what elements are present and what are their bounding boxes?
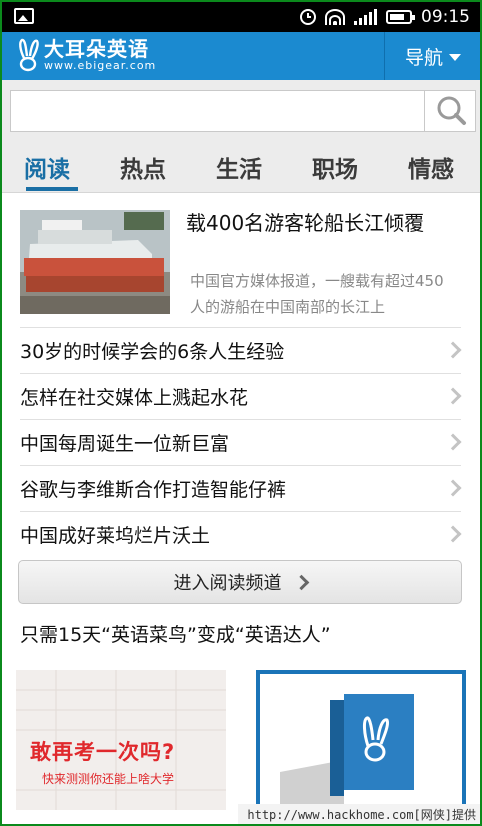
logo[interactable]: 大耳朵英语 www.ebigear.com — [16, 38, 156, 72]
logo-title: 大耳朵英语 — [44, 37, 149, 61]
category-tabs: 阅读 热点 生活 职场 情感 — [2, 142, 480, 193]
list-item[interactable]: 谷歌与李维斯合作打造智能仔裤 — [20, 465, 462, 511]
chevron-right-icon — [293, 574, 309, 590]
featured-article-title[interactable]: 载400名游客轮船长江倾覆 — [186, 208, 446, 238]
logo-url: www.ebigear.com — [44, 59, 157, 72]
battery-icon — [386, 10, 415, 24]
featured-article-summary: 中国官方媒体报道，一艘载有超过450人的游船在中国南部的长江上 — [190, 272, 444, 316]
image-notification-icon — [14, 8, 34, 24]
article-title: 30岁的时候学会的6条人生经验 — [20, 341, 285, 363]
watermark: http://www.hackhome.com[网侠]提供 — [238, 804, 480, 824]
app-header: 大耳朵英语 www.ebigear.com 导航 — [2, 32, 480, 80]
search-input[interactable] — [10, 90, 425, 132]
book-rabbit-icon — [280, 694, 414, 806]
list-item[interactable]: 中国每周诞生一位新巨富 — [20, 419, 462, 465]
nav-menu-button[interactable]: 导航 — [386, 32, 480, 80]
chevron-right-icon — [444, 479, 462, 497]
chevron-right-icon — [444, 341, 462, 359]
active-tab-indicator — [26, 187, 78, 191]
enter-reading-channel-button[interactable]: 进入阅读频道 — [18, 560, 462, 604]
tab-career[interactable]: 职场 — [312, 150, 358, 184]
chevron-right-icon — [444, 387, 462, 405]
exam-ad-subtitle: 快来测测你还能上啥大学 — [42, 772, 175, 786]
article-list: 30岁的时候学会的6条人生经验 怎样在社交媒体上溅起水花 中国每周诞生一位新巨富… — [20, 327, 462, 557]
book-ad-banner[interactable] — [256, 670, 466, 810]
caret-down-icon — [449, 54, 461, 61]
list-item[interactable]: 中国成好莱坞烂片沃土 — [20, 511, 462, 557]
article-title: 怎样在社交媒体上溅起水花 — [20, 387, 249, 409]
tab-life[interactable]: 生活 — [216, 150, 262, 184]
list-item[interactable]: 怎样在社交媒体上溅起水花 — [20, 373, 462, 419]
article-title: 中国成好莱坞烂片沃土 — [20, 525, 211, 547]
article-title: 中国每周诞生一位新巨富 — [20, 433, 230, 455]
search-bar — [2, 80, 480, 142]
tab-emotion[interactable]: 情感 — [408, 150, 454, 184]
rabbit-logo-icon — [19, 38, 39, 72]
header-divider — [384, 32, 385, 80]
search-button[interactable] — [424, 90, 476, 132]
featured-article-image[interactable] — [20, 210, 170, 314]
chevron-right-icon — [444, 525, 462, 543]
signal-icon — [354, 9, 377, 25]
promo-link[interactable]: 只需15天“英语菜鸟”变成“英语达人” — [20, 620, 331, 647]
wifi-icon — [325, 9, 345, 25]
alarm-icon — [300, 9, 316, 25]
exam-ad-title: 敢再考一次吗? — [30, 740, 176, 764]
article-title: 谷歌与李维斯合作打造智能仔裤 — [20, 479, 287, 501]
search-icon — [437, 96, 466, 125]
list-item[interactable]: 30岁的时候学会的6条人生经验 — [20, 327, 462, 373]
tab-reading[interactable]: 阅读 — [24, 150, 70, 184]
chevron-right-icon — [444, 433, 462, 451]
tab-hot[interactable]: 热点 — [120, 150, 166, 184]
exam-ad-banner[interactable]: 敢再考一次吗? 快来测测你还能上啥大学 — [16, 670, 226, 810]
status-bar: 09:15 — [2, 2, 480, 32]
enter-reading-channel-label: 进入阅读频道 — [173, 573, 282, 594]
nav-menu-label: 导航 — [404, 46, 443, 69]
status-clock: 09:15 — [421, 7, 470, 27]
